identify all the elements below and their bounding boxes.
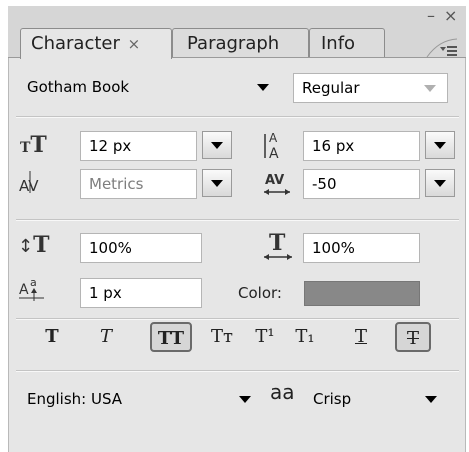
tab-paragraph-label: Paragraph <box>187 33 280 54</box>
tab-paragraph[interactable]: Paragraph <box>172 28 309 58</box>
svg-text:A: A <box>19 282 29 298</box>
vertical-scale-icon: ↕T <box>18 232 50 258</box>
svg-text:T: T <box>269 230 286 256</box>
font-family-select[interactable]: Gotham Book <box>19 73 285 103</box>
small-caps-button[interactable]: Tт <box>205 322 239 352</box>
minimize-icon[interactable]: – <box>427 8 435 24</box>
tracking-dropdown[interactable] <box>425 169 455 197</box>
font-size-icon: TT <box>20 132 47 158</box>
strikethrough-button[interactable]: T <box>395 322 431 352</box>
divider <box>16 116 459 118</box>
vertical-scale-value: 100% <box>89 239 132 257</box>
kerning-dropdown[interactable] <box>202 169 232 197</box>
chevron-down-icon <box>425 396 437 403</box>
chevron-down-icon <box>424 85 436 92</box>
panel-menu-icon[interactable] <box>425 38 459 58</box>
horizontal-scale-icon: T <box>264 230 292 260</box>
svg-text:AV: AV <box>265 173 284 188</box>
leading-dropdown[interactable] <box>425 131 455 159</box>
leading-input[interactable]: 16 px <box>303 131 420 161</box>
antialias-value: Crisp <box>313 390 352 408</box>
font-family-value: Gotham Book <box>27 78 130 96</box>
font-size-value: 12 px <box>89 137 132 155</box>
leading-value: 16 px <box>312 137 355 155</box>
language-select[interactable]: English: USA <box>19 385 285 415</box>
antialias-icon: aa <box>270 380 295 410</box>
underline-button[interactable]: T <box>349 322 373 352</box>
baseline-shift-icon: A a <box>19 276 44 301</box>
all-caps-button[interactable]: TT <box>150 322 192 352</box>
tab-character[interactable]: Character × <box>20 28 172 59</box>
svg-text:AV: AV <box>19 177 39 195</box>
kerning-icon: AV <box>19 171 39 195</box>
tab-close-icon[interactable]: × <box>128 35 141 53</box>
chevron-down-icon <box>434 180 446 187</box>
kerning-input[interactable]: Metrics <box>80 169 197 199</box>
baseline-shift-input[interactable]: 1 px <box>80 278 202 308</box>
tab-info[interactable]: Info <box>309 28 385 58</box>
svg-text:A: A <box>269 146 279 162</box>
font-style-value: Regular <box>302 79 360 97</box>
antialias-select[interactable]: Crisp <box>305 385 450 415</box>
tracking-value: -50 <box>312 175 337 193</box>
chevron-down-icon <box>434 142 446 149</box>
vertical-scale-input[interactable]: 100% <box>80 233 202 263</box>
language-value: English: USA <box>27 390 123 408</box>
chevron-down-icon <box>239 396 251 403</box>
antialias-icon-text: aa <box>270 380 295 404</box>
horizontal-scale-value: 100% <box>312 239 355 257</box>
color-label: Color: <box>238 284 282 302</box>
close-icon[interactable]: × <box>444 8 457 24</box>
tab-info-label: Info <box>321 33 356 54</box>
divider <box>16 318 459 320</box>
baseline-shift-value: 1 px <box>89 284 122 302</box>
divider <box>16 370 459 372</box>
chevron-down-icon <box>211 142 223 149</box>
tab-character-label: Character <box>31 33 120 54</box>
font-style-select[interactable]: Regular <box>293 73 448 103</box>
horizontal-scale-input[interactable]: 100% <box>303 233 420 263</box>
chevron-down-icon <box>257 84 269 91</box>
tracking-icon: AV <box>264 173 290 195</box>
tracking-input[interactable]: -50 <box>303 169 420 199</box>
faux-italic-button[interactable]: T <box>94 322 118 352</box>
font-size-input[interactable]: 12 px <box>80 131 197 161</box>
faux-bold-button[interactable]: T <box>40 322 64 352</box>
divider <box>16 219 459 221</box>
svg-text:a: a <box>30 276 37 289</box>
leading-icon: A A <box>264 131 279 162</box>
font-size-dropdown[interactable] <box>202 131 232 159</box>
superscript-button[interactable]: T¹ <box>248 322 282 352</box>
color-swatch[interactable] <box>304 281 420 306</box>
kerning-value: Metrics <box>89 175 144 193</box>
subscript-button[interactable]: T₁ <box>288 322 322 352</box>
chevron-down-icon <box>211 180 223 187</box>
svg-text:A: A <box>269 131 278 145</box>
